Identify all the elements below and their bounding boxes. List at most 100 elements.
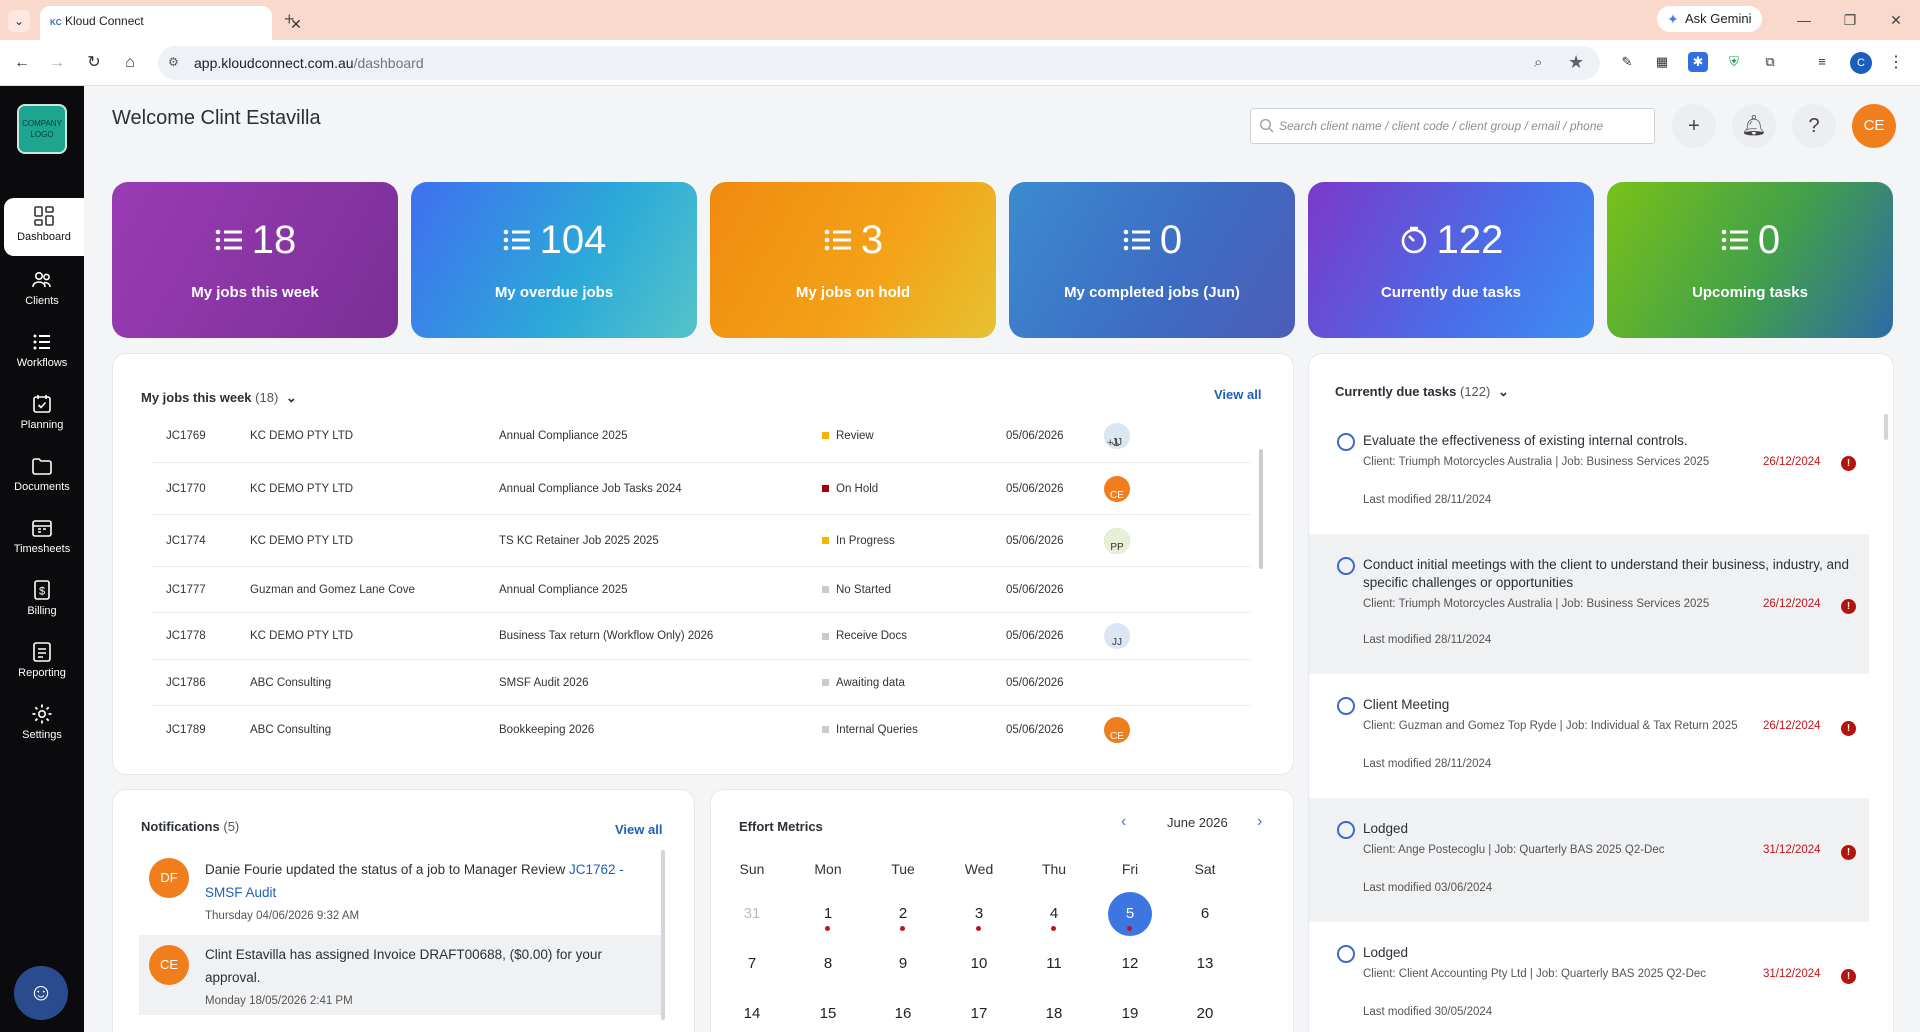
task-complete-checkbox[interactable] bbox=[1337, 821, 1355, 839]
calendar-day[interactable]: 31 bbox=[730, 892, 774, 936]
chevron-down-icon[interactable]: ⌄ bbox=[1498, 384, 1509, 400]
stat-card-upcoming-tasks[interactable]: 0 Upcoming tasks bbox=[1607, 182, 1893, 338]
job-code[interactable]: JC1789 bbox=[166, 706, 206, 754]
assignee-avatar[interactable]: PP bbox=[1104, 528, 1130, 554]
calendar-day[interactable]: 18 bbox=[1032, 992, 1076, 1032]
blue-extension-icon[interactable]: ✱ bbox=[1688, 52, 1708, 72]
jobs-panel-title[interactable]: My jobs this week (18) ⌄ bbox=[141, 390, 297, 406]
ask-gemini-button[interactable]: ✦ Ask Gemini bbox=[1657, 6, 1762, 32]
job-client[interactable]: ABC Consulting bbox=[250, 660, 331, 706]
tab-search-icon[interactable]: ⌄ bbox=[8, 10, 30, 32]
chevron-left-icon[interactable]: ‹ bbox=[1121, 813, 1126, 831]
jobs-view-all-link[interactable]: View all bbox=[1214, 387, 1261, 402]
notifications-scrollbar[interactable] bbox=[661, 850, 665, 1020]
job-code[interactable]: JC1769 bbox=[166, 416, 206, 456]
assistant-avatar-icon[interactable]: ☺ bbox=[14, 966, 68, 1020]
puzzle-extensions-icon[interactable]: ⧉ bbox=[1760, 52, 1780, 72]
assignee-avatar[interactable]: CE bbox=[1104, 476, 1130, 502]
home-icon[interactable]: ⌂ bbox=[118, 51, 142, 75]
job-code[interactable]: JC1778 bbox=[166, 613, 206, 660]
calendar-month[interactable]: June 2026 bbox=[1167, 815, 1228, 830]
table-row[interactable]: JC1778 KC DEMO PTY LTD Business Tax retu… bbox=[151, 613, 1251, 660]
stat-card-jobs-this-week[interactable]: 18 My jobs this week bbox=[112, 182, 398, 338]
calendar-day[interactable]: 14 bbox=[730, 992, 774, 1032]
zoom-icon[interactable]: ⌕ bbox=[1534, 54, 1542, 71]
tasks-panel-title[interactable]: Currently due tasks (122) ⌄ bbox=[1335, 384, 1509, 400]
table-row[interactable]: JC1770 KC DEMO PTY LTD Annual Compliance… bbox=[151, 463, 1251, 515]
calendar-day[interactable]: 16 bbox=[881, 992, 925, 1032]
calendar-day[interactable]: 6 bbox=[1183, 892, 1227, 936]
table-row[interactable]: JC1774 KC DEMO PTY LTD TS KC Retainer Jo… bbox=[151, 515, 1251, 567]
job-name[interactable]: Business Tax return (Workflow Only) 2026 bbox=[499, 613, 713, 660]
table-row[interactable]: JC1789 ABC Consulting Bookkeeping 2026 I… bbox=[151, 706, 1251, 754]
stat-card-jobs-on-hold[interactable]: 3 My jobs on hold bbox=[710, 182, 996, 338]
job-client[interactable]: ABC Consulting bbox=[250, 706, 331, 754]
calendar-day[interactable]: 12 bbox=[1108, 942, 1152, 986]
calendar-day[interactable]: 10 bbox=[957, 942, 1001, 986]
calendar-day-today[interactable]: 5 bbox=[1108, 892, 1152, 936]
calendar-day[interactable]: 20 bbox=[1183, 992, 1227, 1032]
job-name[interactable]: Annual Compliance 2025 bbox=[499, 567, 628, 613]
job-name[interactable]: SMSF Audit 2026 bbox=[499, 660, 589, 706]
back-icon[interactable]: ← bbox=[10, 51, 34, 75]
job-code[interactable]: JC1770 bbox=[166, 463, 206, 515]
task-item[interactable]: Lodged Client: Client Accounting Pty Ltd… bbox=[1309, 922, 1869, 1032]
task-title[interactable]: Conduct initial meetings with the client… bbox=[1363, 556, 1863, 592]
job-client[interactable]: KC DEMO PTY LTD bbox=[250, 515, 353, 567]
calendar-day[interactable]: 4 bbox=[1032, 892, 1076, 936]
job-client[interactable]: KC DEMO PTY LTD bbox=[250, 613, 353, 660]
notifications-button[interactable]: 🔔︎ bbox=[1732, 104, 1776, 148]
task-title[interactable]: Lodged bbox=[1363, 820, 1863, 838]
minimize-icon[interactable]: — bbox=[1784, 8, 1824, 32]
forward-icon[interactable]: → bbox=[45, 51, 69, 75]
job-client[interactable]: KC DEMO PTY LTD bbox=[250, 463, 353, 515]
restore-icon[interactable]: ❐ bbox=[1830, 8, 1870, 32]
shield-extension-icon[interactable]: ⛨ bbox=[1724, 52, 1744, 72]
sidebar-item-dashboard[interactable]: Dashboard bbox=[4, 198, 84, 256]
calendar-day[interactable]: 8 bbox=[806, 942, 850, 986]
user-avatar[interactable]: CE bbox=[1852, 104, 1896, 148]
calendar-day[interactable]: 3 bbox=[957, 892, 1001, 936]
reload-icon[interactable]: ↻ bbox=[82, 51, 106, 75]
more-menu-icon[interactable]: ⋮ bbox=[1888, 52, 1904, 72]
add-button[interactable]: + bbox=[1672, 104, 1716, 148]
tasks-scrollbar[interactable] bbox=[1884, 414, 1888, 440]
sidebar-item-billing[interactable]: $ Billing bbox=[0, 572, 84, 630]
jobs-scrollbar[interactable] bbox=[1259, 449, 1263, 569]
assignee-avatar[interactable]: CE bbox=[1104, 717, 1130, 743]
eyedropper-extension-icon[interactable]: ✎ bbox=[1617, 52, 1637, 72]
sidebar-item-timesheets[interactable]: Timesheets bbox=[0, 510, 84, 568]
job-code[interactable]: JC1786 bbox=[166, 660, 206, 706]
qr-extension-icon[interactable]: ▦ bbox=[1652, 52, 1672, 72]
sidebar-item-reporting[interactable]: Reporting bbox=[0, 634, 84, 692]
sidebar-item-clients[interactable]: Clients bbox=[0, 262, 84, 320]
company-logo[interactable]: COMPANY LOGO bbox=[17, 104, 67, 154]
stat-card-completed-jobs[interactable]: 0 My completed jobs (Jun) bbox=[1009, 182, 1295, 338]
assignee-avatar[interactable]: JJ bbox=[1104, 623, 1130, 649]
task-complete-checkbox[interactable] bbox=[1337, 433, 1355, 451]
task-item[interactable]: Lodged Client: Ange Postecoglu | Job: Qu… bbox=[1309, 798, 1869, 922]
calendar-day[interactable]: 13 bbox=[1183, 942, 1227, 986]
calendar-day[interactable]: 2 bbox=[881, 892, 925, 936]
task-title[interactable]: Evaluate the effectiveness of existing i… bbox=[1363, 432, 1863, 450]
table-row[interactable]: JC1769 KC DEMO PTY LTD Annual Compliance… bbox=[151, 416, 1251, 463]
job-name[interactable]: Annual Compliance 2025 bbox=[499, 416, 628, 456]
notification-item[interactable]: CE Clint Estavilla has assigned Invoice … bbox=[139, 935, 661, 1015]
more-assignees[interactable]: +1 bbox=[1107, 423, 1120, 463]
job-name[interactable]: Bookkeeping 2026 bbox=[499, 706, 594, 754]
task-item[interactable]: Evaluate the effectiveness of existing i… bbox=[1309, 416, 1869, 534]
table-row[interactable]: JC1777 Guzman and Gomez Lane Cove Annual… bbox=[151, 567, 1251, 613]
task-title[interactable]: Client Meeting bbox=[1363, 696, 1863, 714]
job-code[interactable]: JC1774 bbox=[166, 515, 206, 567]
sidebar-item-workflows[interactable]: Workflows bbox=[0, 324, 84, 382]
table-row[interactable]: JC1786 ABC Consulting SMSF Audit 2026 Aw… bbox=[151, 660, 1251, 706]
stat-card-overdue-jobs[interactable]: 104 My overdue jobs bbox=[411, 182, 697, 338]
calendar-day[interactable]: 11 bbox=[1032, 942, 1076, 986]
task-complete-checkbox[interactable] bbox=[1337, 945, 1355, 963]
task-complete-checkbox[interactable] bbox=[1337, 697, 1355, 715]
address-bar[interactable]: ⚙ app.kloudconnect.com.au/dashboard ⌕ ★ bbox=[158, 46, 1600, 80]
job-code[interactable]: JC1777 bbox=[166, 567, 206, 613]
sidebar-item-settings[interactable]: Settings bbox=[0, 696, 84, 754]
job-client[interactable]: KC DEMO PTY LTD bbox=[250, 416, 353, 456]
task-complete-checkbox[interactable] bbox=[1337, 557, 1355, 575]
